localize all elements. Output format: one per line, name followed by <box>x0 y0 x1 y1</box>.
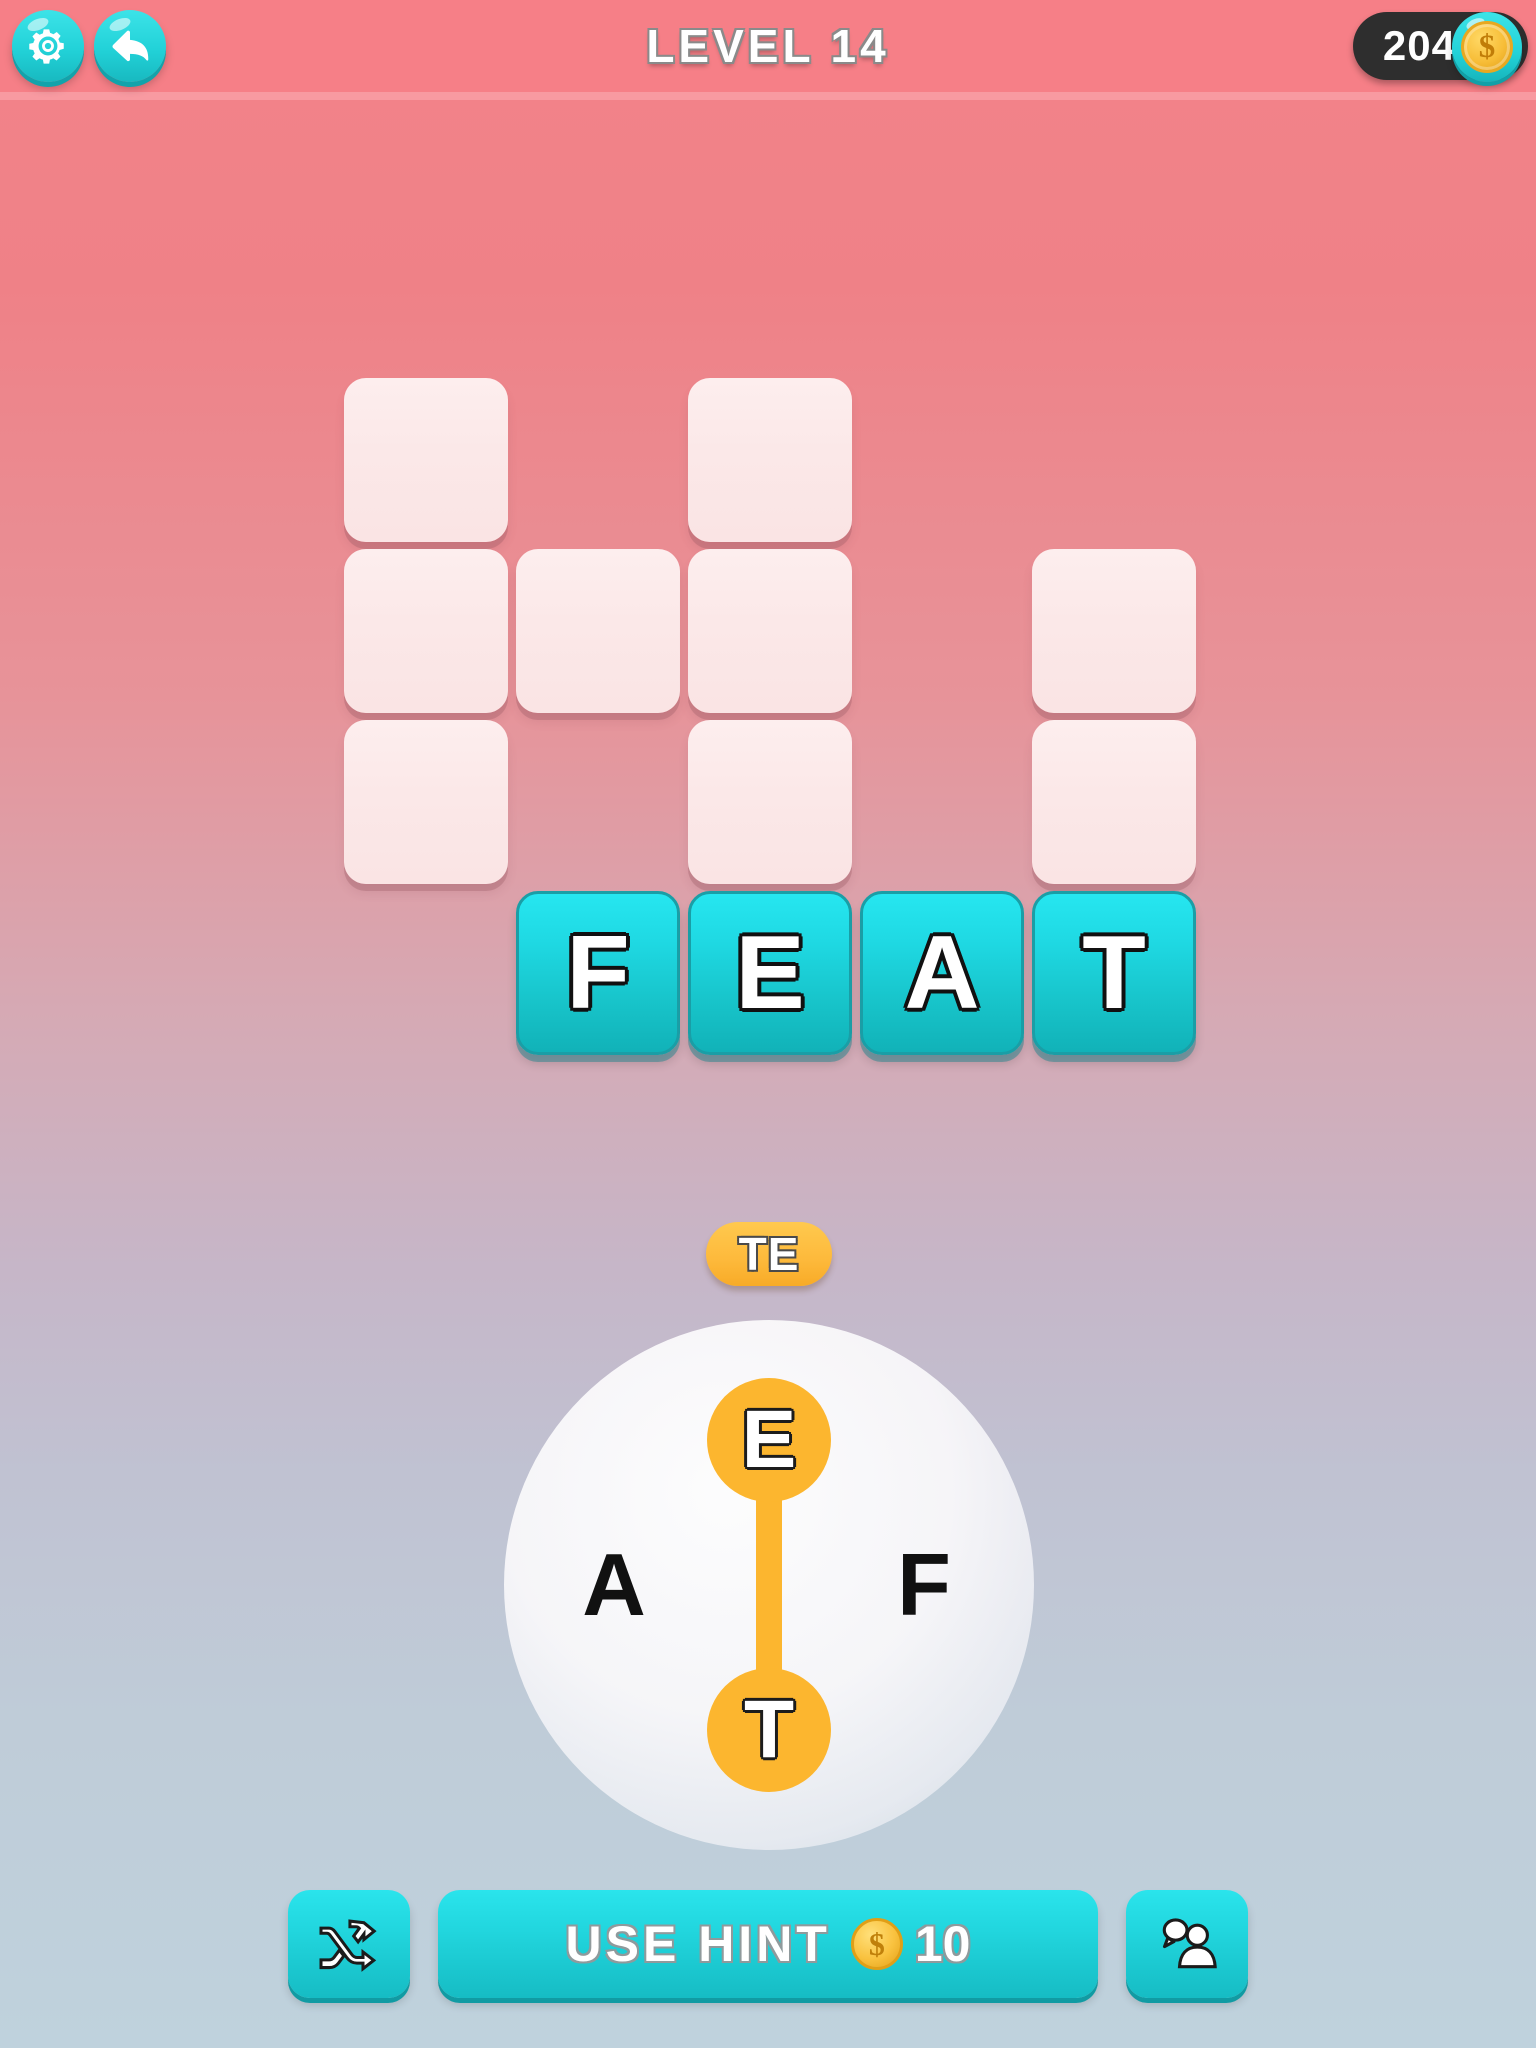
coin-icon: $ <box>850 1918 903 1970</box>
grid-cell-solved[interactable]: A <box>860 891 1024 1055</box>
coin-counter[interactable]: 204 $ <box>1352 10 1528 82</box>
hint-cost-group: $ 10 <box>850 1915 971 1973</box>
use-hint-button[interactable]: USE HINT $ 10 <box>438 1890 1098 1998</box>
letter-wheel[interactable]: E T A F <box>504 1320 1034 1850</box>
grid-cell-solved[interactable]: F <box>516 891 680 1055</box>
person-speech-bubble-icon <box>1162 1918 1217 1969</box>
wheel-letter-e[interactable]: E <box>707 1378 831 1502</box>
coin-icon: $ <box>1461 21 1513 73</box>
grid-cell-empty <box>688 378 852 542</box>
grid-cell-letter: E <box>735 915 805 1031</box>
header-divider <box>0 92 1536 100</box>
wheel-letter-t[interactable]: T <box>707 1668 831 1792</box>
wheel-letter-label: F <box>897 1535 951 1634</box>
grid-cell-empty <box>688 549 852 713</box>
shuffle-button[interactable] <box>288 1890 410 1998</box>
page-title: LEVEL 14 <box>646 20 890 72</box>
back-arrow-icon <box>112 30 149 62</box>
current-guess-badge: TE <box>706 1222 832 1286</box>
game-header: LEVEL 14 204 $ <box>0 0 1536 92</box>
bottom-action-bar: USE HINT $ 10 <box>0 1884 1536 2004</box>
wheel-letter-label: T <box>743 1684 795 1775</box>
hint-cost-label: 10 <box>914 1916 971 1972</box>
grid-cell-empty <box>344 720 508 884</box>
grid-cell-empty <box>1032 720 1196 884</box>
grid-cell-letter: T <box>1082 915 1146 1031</box>
grid-cell-empty <box>516 549 680 713</box>
grid-cell-empty <box>344 549 508 713</box>
coin-badge: $ <box>1452 12 1522 82</box>
grid-cell-solved[interactable]: E <box>688 891 852 1055</box>
current-guess-text: TE <box>738 1228 800 1280</box>
gear-icon <box>29 29 64 64</box>
friend-hint-button[interactable] <box>1126 1890 1248 1998</box>
wheel-letter-f[interactable]: F <box>862 1523 986 1647</box>
grid-cell-empty <box>344 378 508 542</box>
grid-cell-letter: F <box>566 915 630 1031</box>
grid-cell-letter: A <box>904 915 980 1031</box>
wheel-letter-a[interactable]: A <box>552 1523 676 1647</box>
grid-cell-solved[interactable]: T <box>1032 891 1196 1055</box>
use-hint-label: USE HINT <box>565 1916 831 1972</box>
puzzle-grid: F E A T <box>0 0 1536 1100</box>
shuffle-icon <box>319 1919 377 1972</box>
grid-cell-empty <box>688 720 852 884</box>
wheel-letter-label: E <box>741 1394 797 1485</box>
grid-cell-empty <box>1032 549 1196 713</box>
wheel-letter-label: A <box>582 1535 646 1634</box>
